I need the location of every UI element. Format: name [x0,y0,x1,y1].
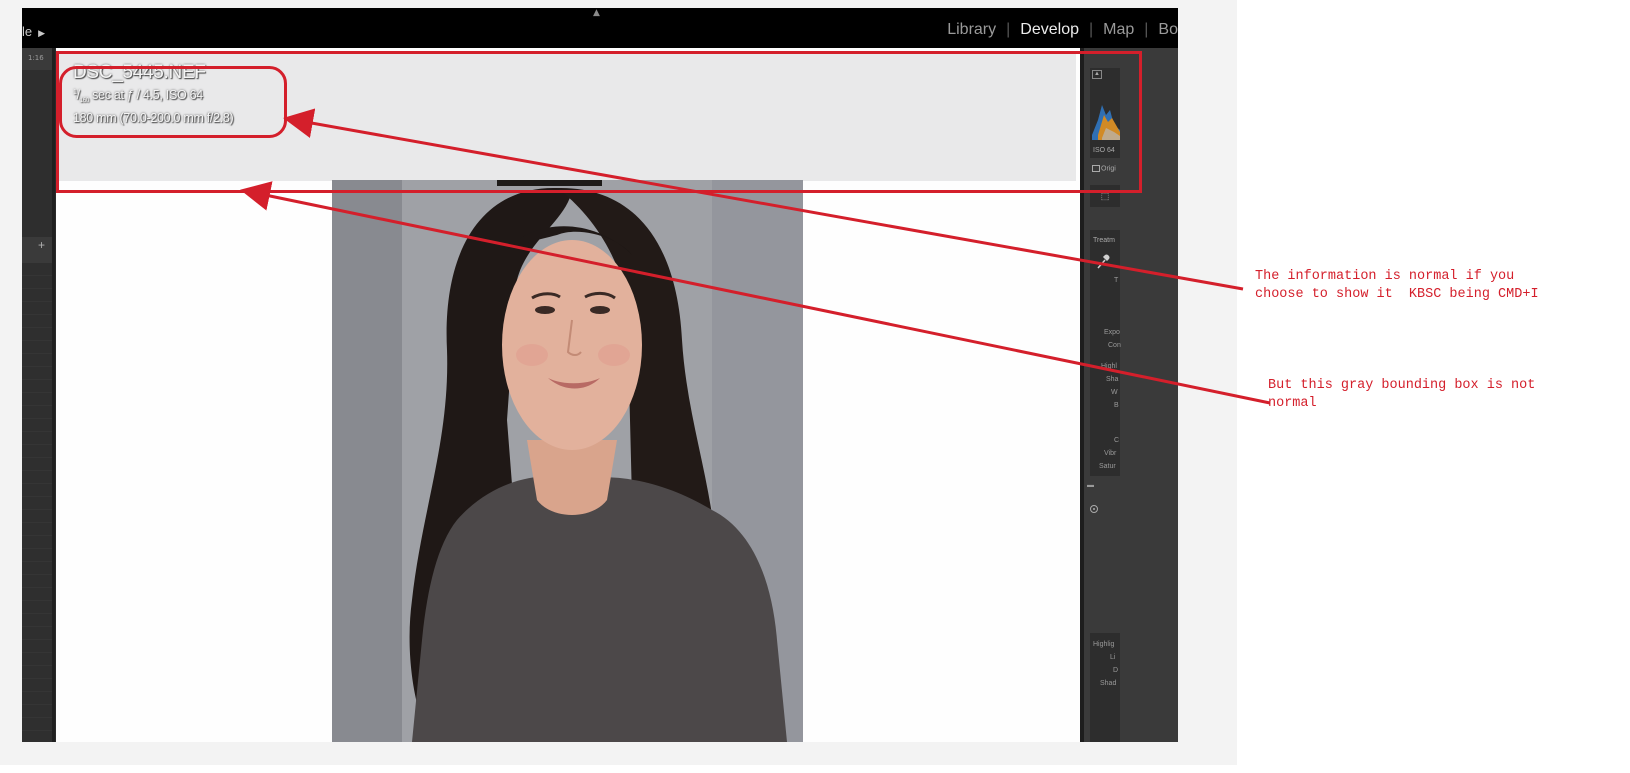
annotation-arrow-info [283,108,1244,291]
annotation-arrow-gray-box [240,181,1271,405]
gray-box-highlight-rect [56,51,1142,193]
annotation-note-gray-box: But this gray bounding box is not normal [1268,378,1536,411]
info-highlight-rounded-rect [59,66,287,138]
annotation-note-info: The information is normal if you choose … [1255,269,1539,302]
